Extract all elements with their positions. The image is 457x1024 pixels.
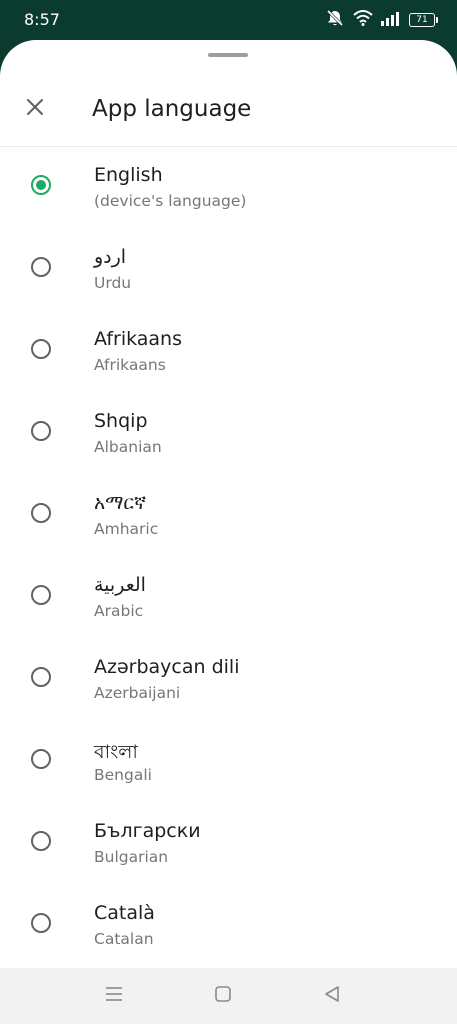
sheet-header: App language xyxy=(0,76,457,147)
language-english-name: Bengali xyxy=(94,766,152,784)
language-option[interactable]: Български Bulgarian xyxy=(0,802,457,884)
language-option[interactable]: English (device's language) xyxy=(0,146,457,228)
language-option[interactable]: Azərbaycan dili Azerbaijani xyxy=(0,638,457,720)
battery-icon: 71 xyxy=(409,13,438,27)
language-option[interactable]: Afrikaans Afrikaans xyxy=(0,310,457,392)
page-title: App language xyxy=(92,96,252,122)
home-button[interactable] xyxy=(209,982,237,1010)
radio-button[interactable] xyxy=(31,831,51,851)
language-native-name: Azərbaycan dili xyxy=(94,656,240,678)
radio-button[interactable] xyxy=(31,257,51,277)
radio-button[interactable] xyxy=(31,667,51,687)
language-option[interactable]: اردو Urdu xyxy=(0,228,457,310)
radio-button[interactable] xyxy=(31,421,51,441)
language-list: English (device's language) اردو Urdu Af… xyxy=(0,146,457,966)
language-native-name: Català xyxy=(94,902,155,924)
language-native-name: Български xyxy=(94,820,201,842)
close-icon xyxy=(25,97,45,121)
language-native-name: Shqip xyxy=(94,410,148,432)
language-english-name: Afrikaans xyxy=(94,356,166,374)
radio-button[interactable] xyxy=(31,913,51,933)
language-option[interactable]: العربية Arabic xyxy=(0,556,457,638)
status-time: 8:57 xyxy=(24,10,60,29)
system-nav-bar xyxy=(0,968,457,1024)
close-button[interactable] xyxy=(19,93,51,125)
language-english-name: (device's language) xyxy=(94,192,247,210)
wifi-icon xyxy=(353,10,373,30)
language-english-name: Amharic xyxy=(94,520,159,538)
radio-button-selected[interactable] xyxy=(31,175,51,195)
language-option[interactable]: አማርኛ Amharic xyxy=(0,474,457,556)
language-option[interactable]: Català Catalan xyxy=(0,884,457,966)
language-english-name: Azerbaijani xyxy=(94,684,181,702)
status-bar: 8:57 71 xyxy=(0,0,457,40)
menu-icon xyxy=(105,986,123,1006)
home-icon xyxy=(214,985,232,1007)
mute-icon xyxy=(325,9,345,31)
language-english-name: Urdu xyxy=(94,274,132,292)
language-option[interactable]: Shqip Albanian xyxy=(0,392,457,474)
back-button[interactable] xyxy=(318,982,346,1010)
signal-icon xyxy=(381,11,401,30)
language-native-name: اردو xyxy=(94,246,127,268)
language-native-name: አማርኛ xyxy=(94,492,147,514)
radio-button[interactable] xyxy=(31,503,51,523)
language-native-name: العربية xyxy=(94,574,146,596)
language-sheet: App language English (device's language)… xyxy=(0,40,457,968)
recents-button[interactable] xyxy=(100,982,128,1010)
language-native-name: Afrikaans xyxy=(94,328,182,350)
status-icons: 71 xyxy=(325,9,438,31)
back-icon xyxy=(323,985,341,1007)
radio-button[interactable] xyxy=(31,585,51,605)
drag-handle[interactable] xyxy=(208,53,248,57)
language-english-name: Catalan xyxy=(94,930,154,948)
radio-button[interactable] xyxy=(31,339,51,359)
language-english-name: Albanian xyxy=(94,438,162,456)
language-native-name: English xyxy=(94,164,163,186)
language-english-name: Arabic xyxy=(94,602,144,620)
radio-button[interactable] xyxy=(31,749,51,769)
language-english-name: Bulgarian xyxy=(94,848,169,866)
language-option[interactable]: বাংলা Bengali xyxy=(0,720,457,802)
